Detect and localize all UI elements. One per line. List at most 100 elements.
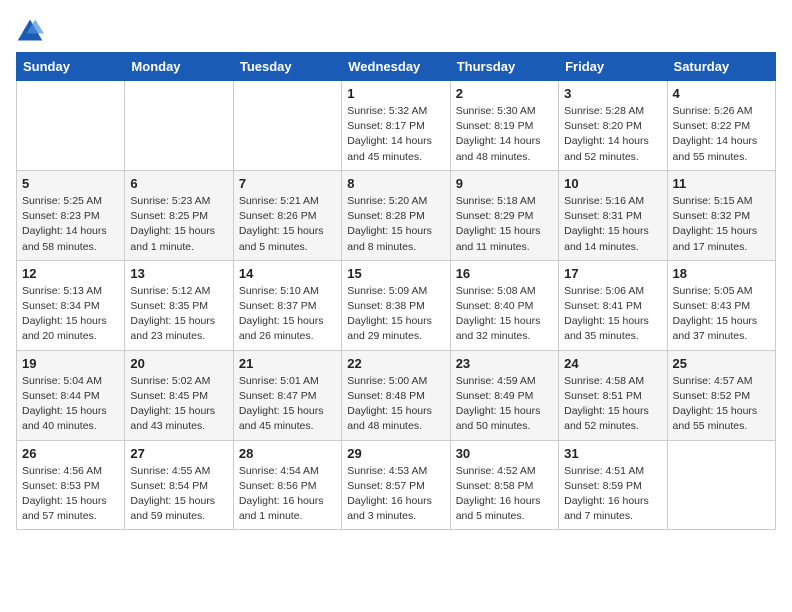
- calendar-day-cell: 23 Sunrise: 4:59 AM Sunset: 8:49 PM Dayli…: [450, 350, 558, 440]
- day-number: 6: [130, 176, 227, 191]
- calendar-day-cell: 20 Sunrise: 5:02 AM Sunset: 8:45 PM Dayli…: [125, 350, 233, 440]
- day-info: Sunrise: 5:01 AM Sunset: 8:47 PM Dayligh…: [239, 374, 336, 435]
- weekday-header-monday: Monday: [125, 53, 233, 81]
- calendar-day-cell: 11Sunrise: 5:15 AM Sunset: 8:32 PM Dayli…: [667, 170, 775, 260]
- weekday-header-wednesday: Wednesday: [342, 53, 450, 81]
- calendar-day-cell: 7Sunrise: 5:21 AM Sunset: 8:26 PM Daylig…: [233, 170, 341, 260]
- day-number: 25: [673, 356, 770, 371]
- day-info: Sunrise: 4:53 AM Sunset: 8:57 PM Dayligh…: [347, 464, 444, 525]
- day-info: Sunrise: 4:57 AM Sunset: 8:52 PM Dayligh…: [673, 374, 770, 435]
- weekday-header-thursday: Thursday: [450, 53, 558, 81]
- calendar-day-cell: 27Sunrise: 4:55 AM Sunset: 8:54 PM Dayli…: [125, 440, 233, 530]
- logo-icon: [16, 16, 44, 44]
- calendar-day-cell: 30 Sunrise: 4:52 AM Sunset: 8:58 PM Dayli…: [450, 440, 558, 530]
- calendar-week-row: 12 Sunrise: 5:13 AM Sunset: 8:34 PM Dayli…: [17, 260, 776, 350]
- day-info: Sunrise: 5:04 AM Sunset: 8:44 PM Dayligh…: [22, 374, 119, 435]
- weekday-header-row: SundayMondayTuesdayWednesdayThursdayFrid…: [17, 53, 776, 81]
- weekday-header-sunday: Sunday: [17, 53, 125, 81]
- calendar-day-cell: 16Sunrise: 5:08 AM Sunset: 8:40 PM Dayli…: [450, 260, 558, 350]
- day-number: 23: [456, 356, 553, 371]
- calendar-day-cell: 17 Sunrise: 5:06 AM Sunset: 8:41 PM Dayli…: [559, 260, 667, 350]
- calendar-empty-cell: [667, 440, 775, 530]
- day-info: Sunrise: 5:12 AM Sunset: 8:35 PM Dayligh…: [130, 284, 227, 345]
- calendar-day-cell: 21 Sunrise: 5:01 AM Sunset: 8:47 PM Dayli…: [233, 350, 341, 440]
- calendar-day-cell: 22 Sunrise: 5:00 AM Sunset: 8:48 PM Dayli…: [342, 350, 450, 440]
- day-number: 17: [564, 266, 661, 281]
- calendar-day-cell: 4Sunrise: 5:26 AM Sunset: 8:22 PM Daylig…: [667, 81, 775, 171]
- weekday-header-friday: Friday: [559, 53, 667, 81]
- day-number: 18: [673, 266, 770, 281]
- day-info: Sunrise: 5:02 AM Sunset: 8:45 PM Dayligh…: [130, 374, 227, 435]
- day-info: Sunrise: 5:10 AM Sunset: 8:37 PM Dayligh…: [239, 284, 336, 345]
- calendar-table: SundayMondayTuesdayWednesdayThursdayFrid…: [16, 52, 776, 530]
- day-number: 19: [22, 356, 119, 371]
- logo: [16, 16, 48, 44]
- day-number: 20: [130, 356, 227, 371]
- calendar-day-cell: 6 Sunrise: 5:23 AM Sunset: 8:25 PM Daylig…: [125, 170, 233, 260]
- calendar-week-row: 26Sunrise: 4:56 AM Sunset: 8:53 PM Dayli…: [17, 440, 776, 530]
- day-info: Sunrise: 5:06 AM Sunset: 8:41 PM Dayligh…: [564, 284, 661, 345]
- weekday-header-saturday: Saturday: [667, 53, 775, 81]
- day-number: 13: [130, 266, 227, 281]
- calendar-day-cell: 3 Sunrise: 5:28 AM Sunset: 8:20 PM Daylig…: [559, 81, 667, 171]
- day-info: Sunrise: 5:09 AM Sunset: 8:38 PM Dayligh…: [347, 284, 444, 345]
- day-number: 12: [22, 266, 119, 281]
- day-number: 1: [347, 86, 444, 101]
- calendar-day-cell: 8 Sunrise: 5:20 AM Sunset: 8:28 PM Daylig…: [342, 170, 450, 260]
- calendar-week-row: 5 Sunrise: 5:25 AM Sunset: 8:23 PM Daylig…: [17, 170, 776, 260]
- day-number: 16: [456, 266, 553, 281]
- day-info: Sunrise: 5:20 AM Sunset: 8:28 PM Dayligh…: [347, 194, 444, 255]
- day-info: Sunrise: 5:16 AM Sunset: 8:31 PM Dayligh…: [564, 194, 661, 255]
- day-number: 7: [239, 176, 336, 191]
- calendar-day-cell: 5 Sunrise: 5:25 AM Sunset: 8:23 PM Daylig…: [17, 170, 125, 260]
- day-number: 8: [347, 176, 444, 191]
- day-info: Sunrise: 5:18 AM Sunset: 8:29 PM Dayligh…: [456, 194, 553, 255]
- day-info: Sunrise: 4:55 AM Sunset: 8:54 PM Dayligh…: [130, 464, 227, 525]
- day-number: 21: [239, 356, 336, 371]
- day-info: Sunrise: 5:32 AM Sunset: 8:17 PM Dayligh…: [347, 104, 444, 165]
- day-info: Sunrise: 4:58 AM Sunset: 8:51 PM Dayligh…: [564, 374, 661, 435]
- day-number: 31: [564, 446, 661, 461]
- calendar-day-cell: 9Sunrise: 5:18 AM Sunset: 8:29 PM Daylig…: [450, 170, 558, 260]
- day-info: Sunrise: 5:25 AM Sunset: 8:23 PM Dayligh…: [22, 194, 119, 255]
- day-number: 10: [564, 176, 661, 191]
- calendar-day-cell: 24 Sunrise: 4:58 AM Sunset: 8:51 PM Dayli…: [559, 350, 667, 440]
- day-number: 5: [22, 176, 119, 191]
- calendar-day-cell: 2 Sunrise: 5:30 AM Sunset: 8:19 PM Daylig…: [450, 81, 558, 171]
- day-number: 4: [673, 86, 770, 101]
- day-info: Sunrise: 5:00 AM Sunset: 8:48 PM Dayligh…: [347, 374, 444, 435]
- calendar-day-cell: 15 Sunrise: 5:09 AM Sunset: 8:38 PM Dayli…: [342, 260, 450, 350]
- day-info: Sunrise: 4:52 AM Sunset: 8:58 PM Dayligh…: [456, 464, 553, 525]
- day-number: 3: [564, 86, 661, 101]
- day-info: Sunrise: 5:13 AM Sunset: 8:34 PM Dayligh…: [22, 284, 119, 345]
- day-number: 30: [456, 446, 553, 461]
- calendar-week-row: 1 Sunrise: 5:32 AM Sunset: 8:17 PM Daylig…: [17, 81, 776, 171]
- calendar-day-cell: 10 Sunrise: 5:16 AM Sunset: 8:31 PM Dayli…: [559, 170, 667, 260]
- calendar-day-cell: 25 Sunrise: 4:57 AM Sunset: 8:52 PM Dayli…: [667, 350, 775, 440]
- calendar-day-cell: 28Sunrise: 4:54 AM Sunset: 8:56 PM Dayli…: [233, 440, 341, 530]
- calendar-day-cell: 1 Sunrise: 5:32 AM Sunset: 8:17 PM Daylig…: [342, 81, 450, 171]
- day-info: Sunrise: 5:30 AM Sunset: 8:19 PM Dayligh…: [456, 104, 553, 165]
- day-info: Sunrise: 4:51 AM Sunset: 8:59 PM Dayligh…: [564, 464, 661, 525]
- day-number: 24: [564, 356, 661, 371]
- day-info: Sunrise: 5:28 AM Sunset: 8:20 PM Dayligh…: [564, 104, 661, 165]
- calendar-empty-cell: [17, 81, 125, 171]
- calendar-day-cell: 29 Sunrise: 4:53 AM Sunset: 8:57 PM Dayli…: [342, 440, 450, 530]
- day-number: 2: [456, 86, 553, 101]
- day-info: Sunrise: 5:23 AM Sunset: 8:25 PM Dayligh…: [130, 194, 227, 255]
- day-number: 29: [347, 446, 444, 461]
- calendar-week-row: 19 Sunrise: 5:04 AM Sunset: 8:44 PM Dayli…: [17, 350, 776, 440]
- day-number: 22: [347, 356, 444, 371]
- calendar-day-cell: 31 Sunrise: 4:51 AM Sunset: 8:59 PM Dayli…: [559, 440, 667, 530]
- calendar-empty-cell: [125, 81, 233, 171]
- calendar-day-cell: 19 Sunrise: 5:04 AM Sunset: 8:44 PM Dayli…: [17, 350, 125, 440]
- day-number: 15: [347, 266, 444, 281]
- day-number: 11: [673, 176, 770, 191]
- weekday-header-tuesday: Tuesday: [233, 53, 341, 81]
- day-number: 14: [239, 266, 336, 281]
- day-number: 28: [239, 446, 336, 461]
- calendar-day-cell: 12 Sunrise: 5:13 AM Sunset: 8:34 PM Dayli…: [17, 260, 125, 350]
- day-info: Sunrise: 5:05 AM Sunset: 8:43 PM Dayligh…: [673, 284, 770, 345]
- day-info: Sunrise: 4:59 AM Sunset: 8:49 PM Dayligh…: [456, 374, 553, 435]
- calendar-day-cell: 26Sunrise: 4:56 AM Sunset: 8:53 PM Dayli…: [17, 440, 125, 530]
